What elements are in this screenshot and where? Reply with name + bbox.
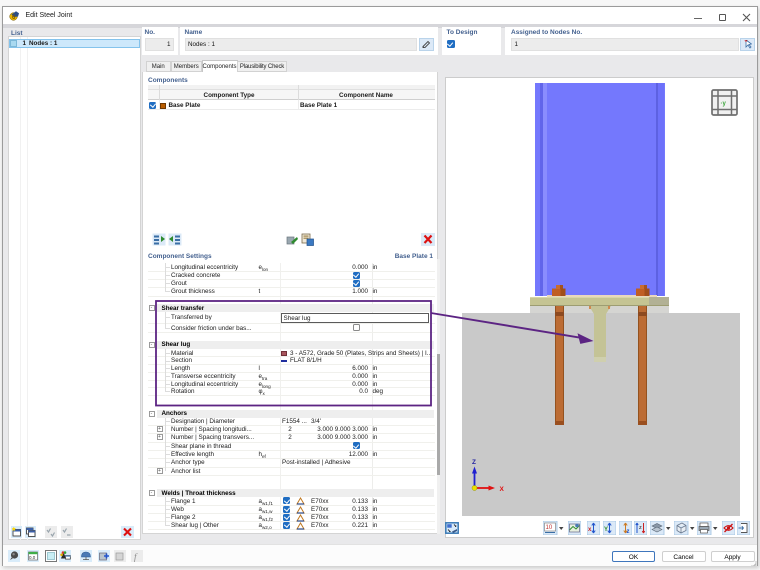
svg-text:Z: Z xyxy=(472,459,476,466)
svg-text:0.0: 0.0 xyxy=(29,555,36,560)
svg-text:10: 10 xyxy=(546,525,553,531)
svg-text:z: z xyxy=(626,529,629,535)
svg-text:X: X xyxy=(500,486,505,493)
svg-text:·y: ·y xyxy=(721,101,727,107)
svg-text:z: z xyxy=(639,525,642,531)
svg-text:Y: Y xyxy=(604,527,608,533)
